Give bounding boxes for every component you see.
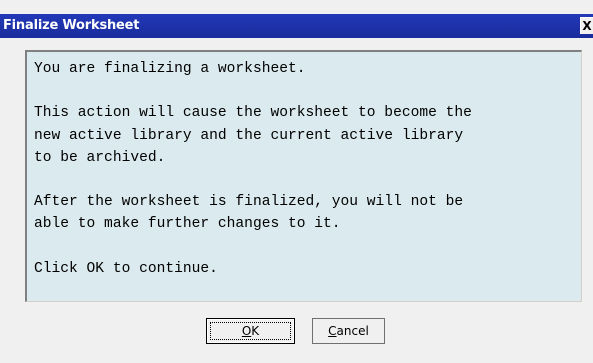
- ok-button[interactable]: OK: [206, 318, 295, 344]
- message-line: to be archived.: [34, 149, 166, 166]
- cancel-button[interactable]: Cancel: [312, 318, 385, 344]
- focus-rectangle: [210, 322, 291, 340]
- cancel-mnemonic: C: [328, 324, 337, 338]
- message-line: [34, 169, 581, 191]
- message-line: new active library and the current activ…: [34, 127, 464, 144]
- message-line: [34, 80, 581, 102]
- message-text-area: You are finalizing a worksheet. This act…: [25, 50, 582, 302]
- finalize-worksheet-dialog: Finalize Worksheet X You are finalizing …: [0, 0, 593, 363]
- message-line: After the worksheet is finalized, you wi…: [34, 194, 464, 211]
- cancel-label-rest: ancel: [336, 324, 369, 338]
- message-line: You are finalizing a worksheet.: [34, 61, 306, 77]
- message-line: able to make further changes to it.: [34, 216, 341, 233]
- title-bar[interactable]: Finalize Worksheet: [0, 14, 593, 38]
- dialog-title: Finalize Worksheet: [3, 18, 140, 33]
- close-button[interactable]: X: [580, 17, 593, 34]
- message-line: Click OK to continue.: [34, 260, 218, 277]
- message-line: This action will cause the worksheet to …: [34, 105, 472, 122]
- message-line: [34, 236, 581, 258]
